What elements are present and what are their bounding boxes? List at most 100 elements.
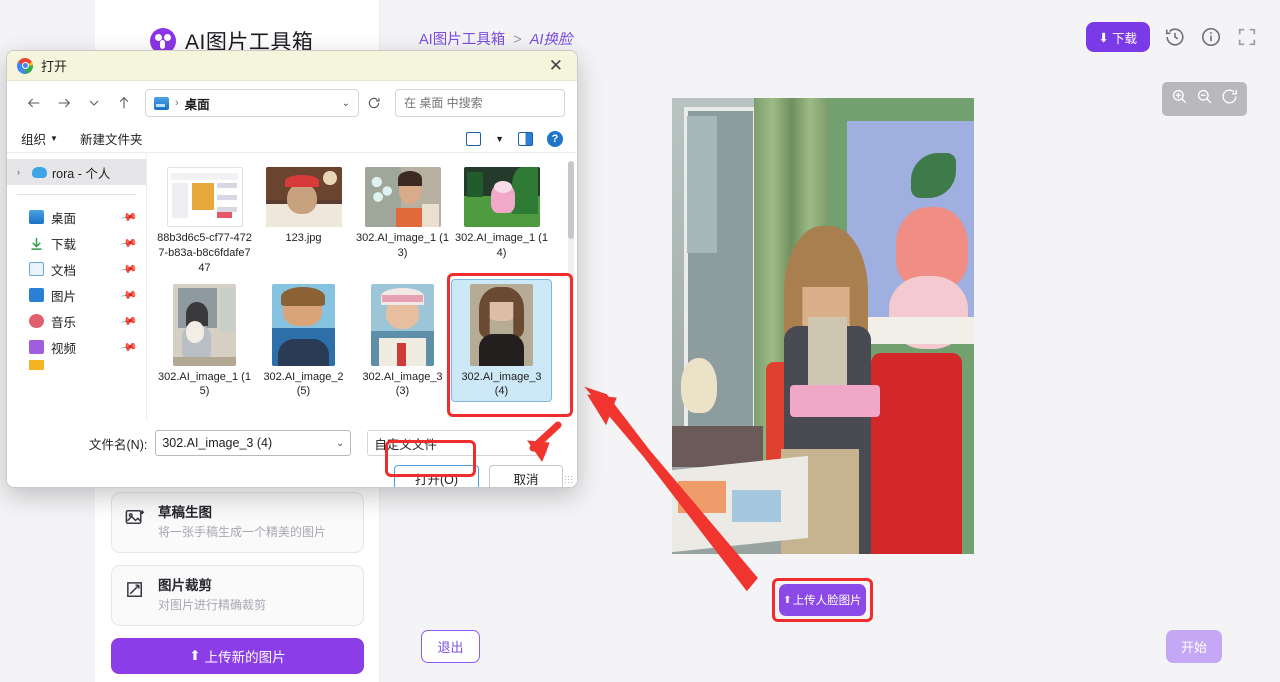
file-grid-items: 88b3d6c5-cf77-4727-b83a-b8c6fdafe747 123…	[155, 163, 569, 403]
exit-button[interactable]: 退出	[421, 630, 480, 663]
dialog-toolbar: 组织 ▼ 新建文件夹 ▼ ?	[7, 125, 577, 153]
file-name: 302.AI_image_1 (14)	[455, 232, 548, 259]
zoom-in-icon[interactable]	[1170, 87, 1189, 111]
breadcrumb-separator: >	[513, 32, 522, 48]
file-item[interactable]: 302.AI_image_1 (13)	[353, 163, 452, 278]
zoom-out-icon[interactable]	[1195, 87, 1214, 111]
address-bar[interactable]: › 桌面 ⌄	[145, 89, 359, 117]
breadcrumb-current: AI换脸	[529, 32, 573, 48]
search-input[interactable]	[404, 96, 559, 110]
filename-input[interactable]	[162, 436, 336, 450]
expand-chevron-icon[interactable]: ›	[17, 167, 27, 177]
history-icon[interactable]	[1164, 26, 1186, 48]
file-grid-scrollbar[interactable]	[568, 161, 574, 409]
search-box[interactable]	[395, 89, 565, 117]
pin-icon[interactable]: 📌	[120, 338, 139, 357]
cancel-button[interactable]: 取消	[489, 465, 563, 487]
feature-card-draft-to-image[interactable]: 草稿生图 将一张手稿生成一个精美的图片	[111, 492, 364, 554]
file-name: 123.jpg	[285, 232, 322, 244]
filetype-value: 自定义文件	[374, 437, 437, 452]
download-button[interactable]: ⬇ 下载	[1085, 22, 1150, 52]
info-icon[interactable]	[1200, 26, 1222, 48]
feature-card-title: 图片裁剪	[158, 578, 212, 594]
new-folder-button[interactable]: 新建文件夹	[80, 129, 143, 148]
view-mode-icon[interactable]	[466, 131, 482, 146]
sidebar-item-videos[interactable]: 视频 📌	[7, 334, 146, 360]
back-arrow-icon[interactable]	[19, 88, 49, 118]
sidebar-item-desktop[interactable]: 桌面 📌	[7, 204, 146, 230]
pictures-icon	[29, 288, 44, 302]
upload-new-image-label: 上传新的图片	[204, 650, 286, 666]
preview-pane-icon[interactable]	[518, 131, 533, 146]
feature-card-title: 草稿生图	[158, 505, 212, 520]
download-label: 下载	[1111, 31, 1137, 46]
sidebar-item-label: rora - 个人	[52, 166, 111, 181]
address-path-text: 桌面	[184, 97, 210, 112]
fullscreen-icon[interactable]	[1236, 26, 1258, 48]
filename-field[interactable]: ⌄	[155, 430, 352, 456]
dialog-body: › rora - 个人 桌面 📌 下载 📌 文档 📌 图片 📌 音乐 📌 视频 …	[7, 153, 577, 420]
sidebar-item-label: 下载	[51, 237, 77, 252]
help-icon[interactable]: ?	[547, 130, 563, 147]
file-item[interactable]: 302.AI_image_2 (5)	[254, 280, 353, 402]
file-item[interactable]: 302.AI_image_1 (14)	[452, 163, 551, 278]
file-item[interactable]: 88b3d6c5-cf77-4727-b83a-b8c6fdafe747	[155, 163, 254, 278]
breadcrumb-root[interactable]: AI图片工具箱	[419, 32, 505, 48]
file-name: 302.AI_image_1 (13)	[356, 232, 449, 259]
dialog-title-bar: 打开 ✕	[7, 51, 577, 81]
pin-icon[interactable]: 📌	[120, 260, 139, 279]
up-arrow-icon[interactable]	[109, 88, 139, 118]
pin-icon[interactable]: 📌	[120, 234, 139, 253]
view-mode-chevron-down-icon[interactable]: ▼	[495, 134, 504, 144]
file-item[interactable]: 123.jpg	[254, 163, 353, 278]
organize-label: 组织	[21, 133, 47, 147]
sidebar-item-downloads[interactable]: 下载 📌	[7, 230, 146, 256]
dialog-sidebar: › rora - 个人 桌面 📌 下载 📌 文档 📌 图片 📌 音乐 📌 视频 …	[7, 153, 147, 420]
filename-label: 文件名(N):	[89, 437, 148, 452]
onedrive-cloud-icon	[32, 166, 47, 178]
image-zoom-controls	[1162, 82, 1247, 116]
organize-menu[interactable]: 组织 ▼	[21, 129, 58, 148]
refresh-icon[interactable]	[361, 90, 387, 116]
file-name: 302.AI_image_3 (3)	[362, 370, 443, 398]
upload-face-label: 上传人脸图片	[792, 595, 862, 607]
sidebar-item-pictures[interactable]: 图片 📌	[7, 282, 146, 308]
file-grid: 88b3d6c5-cf77-4727-b83a-b8c6fdafe747 123…	[147, 153, 577, 420]
app-brand: AI图片工具箱	[95, 0, 379, 56]
reset-rotate-icon[interactable]	[1220, 87, 1239, 111]
file-thumbnail	[364, 167, 441, 227]
dialog-action-buttons: 打开(O) 取消	[19, 465, 565, 487]
pin-icon[interactable]: 📌	[120, 286, 139, 305]
filename-chevron-down-icon[interactable]: ⌄	[336, 438, 344, 449]
sidebar-item-documents[interactable]: 文档 📌	[7, 256, 146, 282]
file-open-dialog: 打开 ✕ › 桌面 ⌄ 在 桌面 中搜索 组织 ▼ 新建文件夹 ▼ ? › ro…	[6, 50, 578, 488]
file-thumbnail	[463, 167, 540, 227]
pin-icon[interactable]: 📌	[120, 208, 139, 227]
address-chevron-down-icon[interactable]: ⌄	[342, 98, 350, 109]
filetype-chevron-down-icon[interactable]: ⌄	[532, 438, 540, 449]
folder-icon	[29, 360, 44, 370]
crop-icon	[124, 579, 147, 602]
filetype-select[interactable]: 自定义文件 ⌄	[367, 430, 548, 456]
documents-icon	[29, 262, 44, 276]
file-item[interactable]: 302.AI_image_1 (15)	[155, 280, 254, 402]
sidebar-item-folder-partial[interactable]	[7, 360, 146, 370]
feature-card-subtitle: 对图片进行精确裁剪	[158, 598, 267, 613]
feature-card-image-crop[interactable]: 图片裁剪 对图片进行精确裁剪	[111, 565, 364, 627]
dialog-navigation-bar: › 桌面 ⌄	[7, 81, 577, 125]
forward-arrow-icon[interactable]	[49, 88, 79, 118]
file-item[interactable]: 302.AI_image_3 (3)	[353, 280, 452, 402]
videos-icon	[29, 340, 44, 354]
close-icon[interactable]: ✕	[545, 55, 567, 76]
resize-grip[interactable]	[564, 475, 573, 484]
file-item-selected[interactable]: 302.AI_image_3 (4)	[451, 278, 552, 403]
sidebar-item-onedrive[interactable]: › rora - 个人	[7, 159, 146, 185]
sidebar-item-music[interactable]: 音乐 📌	[7, 308, 146, 334]
open-button[interactable]: 打开(O)	[394, 465, 479, 487]
scrollbar-thumb[interactable]	[568, 161, 574, 239]
start-button[interactable]: 开始	[1166, 630, 1222, 663]
recent-locations-chevron-down-icon[interactable]	[79, 88, 109, 118]
upload-face-image-button[interactable]: ⬆ 上传人脸图片	[779, 584, 866, 616]
upload-new-image-button[interactable]: ⬆ 上传新的图片	[111, 638, 364, 675]
pin-icon[interactable]: 📌	[120, 312, 139, 331]
